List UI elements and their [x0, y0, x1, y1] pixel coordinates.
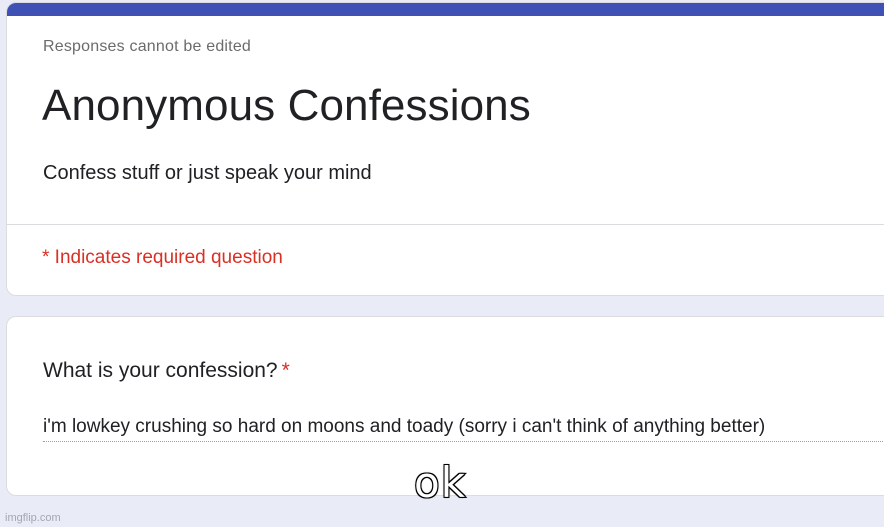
question-title: What is your confession? *: [43, 359, 290, 383]
form-title: Anonymous Confessions: [42, 81, 531, 130]
form-description: Confess stuff or just speak your mind: [43, 162, 372, 184]
imgflip-watermark: imgflip.com: [5, 512, 61, 524]
responses-cannot-be-edited-note: Responses cannot be edited: [43, 38, 252, 55]
meme-caption: ok: [413, 457, 467, 508]
required-question-note: * Indicates required question: [42, 247, 283, 268]
header-divider: [7, 224, 884, 225]
answer-field[interactable]: i'm lowkey crushing so hard on moons and…: [43, 416, 765, 438]
question-title-text: What is your confession?: [43, 359, 278, 382]
required-asterisk: *: [281, 359, 290, 382]
header-accent-bar: [7, 3, 884, 16]
form-header-card: Responses cannot be edited Anonymous Con…: [6, 2, 884, 296]
answer-field-underline: [43, 441, 884, 442]
form-page: Responses cannot be edited Anonymous Con…: [0, 0, 884, 527]
